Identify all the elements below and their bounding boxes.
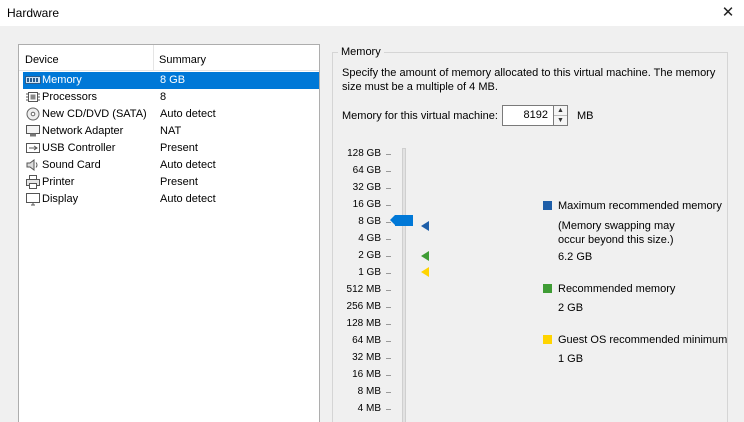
maximum-recommended-marker: [421, 221, 429, 231]
slider-tick-mark: [386, 358, 391, 359]
slider-tick-mark: [386, 392, 391, 393]
slider-tick-mark: [386, 341, 391, 342]
slider-tick-label: 32 GB: [352, 182, 381, 193]
memory-slider-thumb[interactable]: [390, 215, 413, 226]
slider-tick-mark: [386, 154, 391, 155]
slider-tick-label: 4 MB: [357, 403, 381, 414]
slider-tick-label: 32 MB: [352, 352, 381, 363]
device-name: Memory: [42, 74, 82, 86]
slider-tick-mark: [386, 205, 391, 206]
slider-tick-label: 4 GB: [358, 233, 381, 244]
slider-tick-mark: [386, 256, 391, 257]
slider-tick-mark: [386, 239, 391, 240]
maximum-recommended-value: 6.2 GB: [558, 251, 593, 263]
memory-icon: [25, 76, 41, 84]
slider-tick-mark: [386, 273, 391, 274]
slider-tick-label: 128 GB: [347, 148, 381, 159]
slider-tick-label: 64 GB: [352, 165, 381, 176]
device-name: Display: [42, 193, 79, 205]
slider-tick-label: 16 MB: [352, 369, 381, 380]
speaker-icon: [26, 159, 38, 171]
slider-tick-mark: [386, 307, 391, 308]
slider-tick-label: 8 GB: [358, 216, 381, 227]
recommended-label: Recommended memory: [558, 283, 676, 295]
window-title: Hardware: [7, 6, 60, 20]
monitor-icon: [26, 193, 40, 206]
memory-stepper: ▲ ▼: [553, 105, 568, 126]
device-summary: Auto detect: [160, 108, 216, 120]
device-row-display[interactable]: Display Auto detect: [23, 191, 319, 208]
maximum-recommended-note-2: occur beyond this size.): [558, 234, 674, 246]
device-row-memory[interactable]: Memory 8 GB: [23, 72, 319, 89]
recommended-value: 2 GB: [558, 302, 584, 314]
column-header-device[interactable]: Device: [25, 54, 59, 66]
device-summary: 8 GB: [160, 74, 186, 86]
memory-group-title: Memory: [338, 46, 384, 58]
device-row-cd-dvd[interactable]: New CD/DVD (SATA) Auto detect: [23, 106, 319, 123]
maximum-recommended-label: Maximum recommended memory: [558, 200, 722, 212]
device-name: USB Controller: [42, 142, 116, 154]
device-summary: Auto detect: [160, 159, 216, 171]
close-icon[interactable]: ✕: [718, 3, 738, 23]
device-name: Processors: [42, 91, 98, 103]
slider-tick-label: 8 MB: [357, 386, 381, 397]
device-name: Network Adapter: [42, 125, 124, 137]
recommended-swatch: [543, 284, 552, 293]
slider-tick-label: 1 GB: [358, 267, 381, 278]
slider-tick-mark: [386, 171, 391, 172]
device-summary: NAT: [160, 125, 182, 137]
device-name: New CD/DVD (SATA): [42, 108, 147, 120]
processor-icon: [26, 92, 40, 102]
memory-description: Specify the amount of memory allocated t…: [342, 67, 716, 93]
device-name: Sound Card: [42, 159, 101, 171]
slider-tick-label: 128 MB: [346, 318, 381, 329]
slider-tick-mark: [386, 375, 391, 376]
slider-tick-mark: [386, 409, 391, 410]
slider-tick-label: 16 GB: [352, 199, 381, 210]
title-bar: Hardware ✕: [0, 0, 744, 26]
usb-icon: [26, 143, 40, 153]
recommended-marker: [421, 251, 429, 261]
memory-input[interactable]: 8192: [502, 105, 554, 126]
device-summary: Auto detect: [160, 193, 216, 205]
memory-field-label: Memory for this virtual machine:: [342, 110, 498, 122]
device-row-network-adapter[interactable]: Network Adapter NAT: [23, 123, 319, 140]
slider-tick-label: 2 GB: [358, 250, 381, 261]
slider-tick-mark: [386, 290, 391, 291]
guest-minimum-value: 1 GB: [558, 353, 584, 365]
slider-tick-mark: [386, 188, 391, 189]
maximum-recommended-swatch: [543, 201, 552, 210]
guest-minimum-swatch: [543, 335, 552, 344]
network-adapter-icon: [26, 125, 40, 137]
printer-icon: [26, 175, 40, 189]
stepper-down-button[interactable]: ▼: [554, 116, 567, 126]
device-row-sound-card[interactable]: Sound Card Auto detect: [23, 157, 319, 174]
device-row-printer[interactable]: Printer Present: [23, 174, 319, 191]
memory-unit: MB: [577, 110, 594, 122]
device-list: Device Summary Memory 8 GB Processors 8 …: [18, 44, 320, 422]
slider-tick-label: 256 MB: [346, 301, 381, 312]
slider-tick-mark: [386, 324, 391, 325]
device-name: Printer: [42, 176, 75, 188]
slider-tick-label: 64 MB: [352, 335, 381, 346]
device-summary: Present: [160, 176, 198, 188]
device-summary: Present: [160, 142, 198, 154]
device-list-header: Device Summary: [19, 45, 319, 71]
column-header-summary[interactable]: Summary: [159, 54, 206, 66]
device-row-processors[interactable]: Processors 8: [23, 89, 319, 106]
guest-minimum-label: Guest OS recommended minimum: [558, 334, 728, 346]
device-row-usb-controller[interactable]: USB Controller Present: [23, 140, 319, 157]
memory-slider-track[interactable]: [402, 148, 406, 422]
column-separator[interactable]: [153, 45, 154, 71]
device-summary: 8: [160, 91, 167, 103]
slider-tick-label: 512 MB: [346, 284, 381, 295]
stepper-up-button[interactable]: ▲: [554, 106, 567, 116]
guest-minimum-marker: [421, 267, 429, 277]
cd-dvd-icon: [26, 107, 40, 121]
